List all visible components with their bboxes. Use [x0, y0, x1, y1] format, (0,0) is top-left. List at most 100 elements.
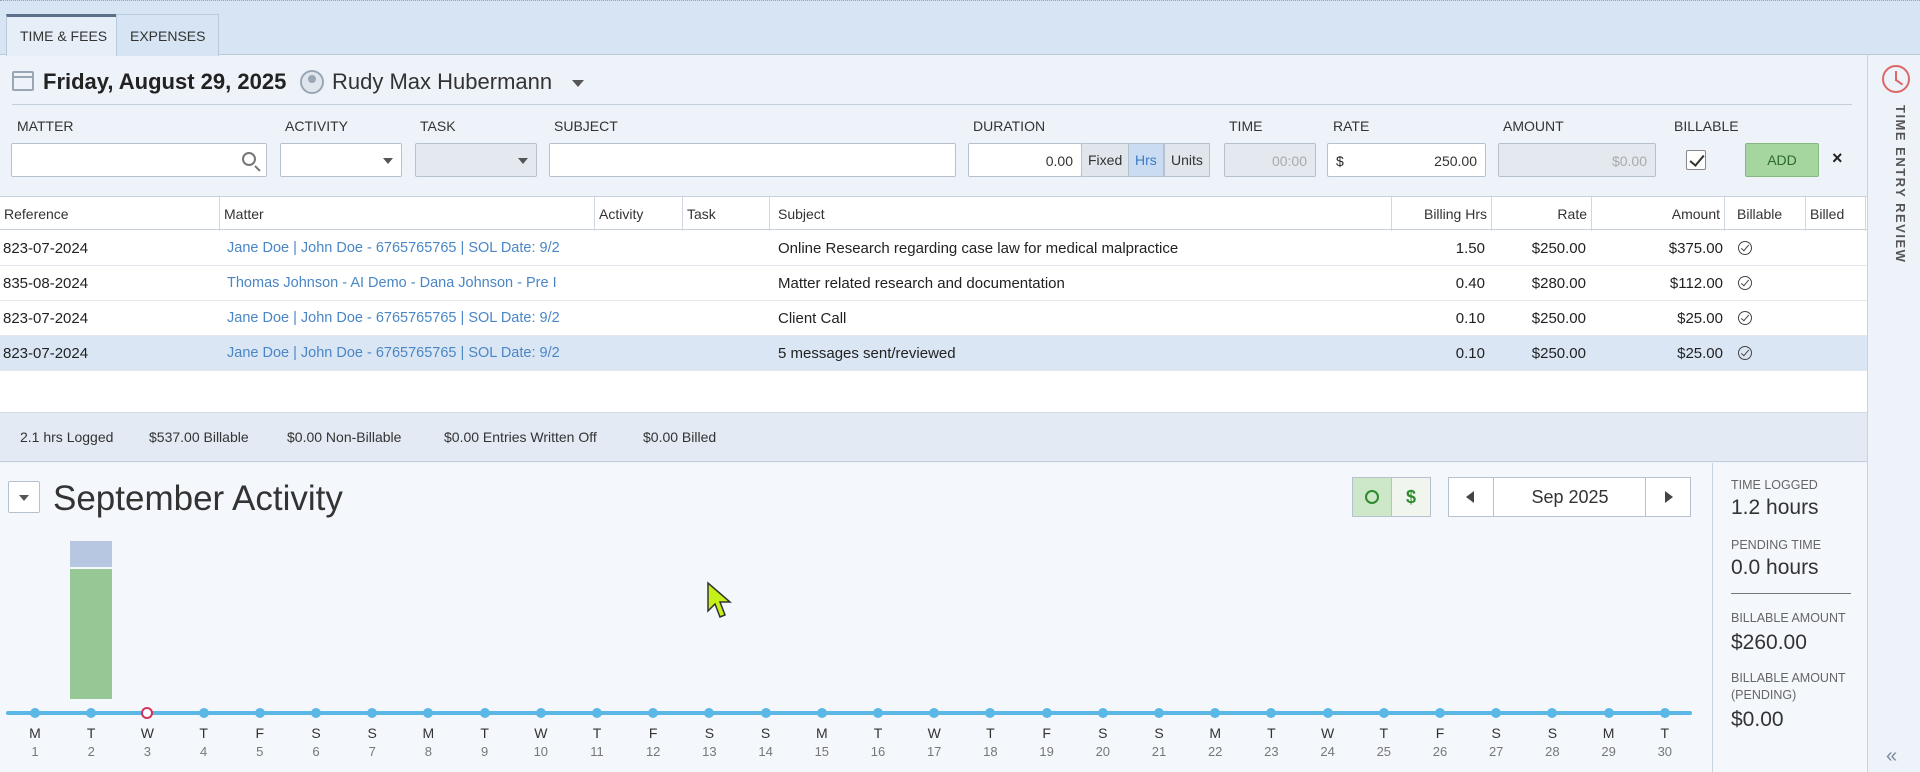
chevron-down-icon[interactable] — [572, 80, 584, 87]
day-letter: S — [704, 725, 715, 741]
timeline-day-marker[interactable] — [311, 708, 321, 718]
column-header-billing-hrs[interactable]: Billing Hrs — [1392, 197, 1492, 231]
column-header-amount[interactable]: Amount — [1592, 197, 1725, 231]
timeline-day-marker[interactable] — [198, 708, 209, 718]
amount-cell: $25.00 — [1677, 310, 1723, 327]
column-header-billable[interactable]: Billable — [1733, 197, 1806, 231]
add-button[interactable]: ADD — [1745, 143, 1819, 177]
matter-link[interactable]: Jane Doe | John Doe - 6765765765 | SOL D… — [227, 301, 589, 336]
column-header-subject[interactable]: Subject — [770, 197, 1392, 231]
timeline-day-marker[interactable] — [592, 708, 602, 718]
timeline-day-marker[interactable] — [1603, 708, 1614, 718]
stat-value: $0.00 — [1731, 708, 1784, 731]
timeline-day-marker[interactable] — [367, 708, 378, 718]
hours-cell: 0.10 — [1455, 345, 1485, 362]
day-letter: S — [1547, 725, 1558, 741]
timeline-day-marker[interactable] — [254, 708, 265, 718]
column-header-activity[interactable]: Activity — [595, 197, 683, 231]
rate-currency: $ — [1336, 153, 1344, 169]
timeline-day-marker[interactable] — [704, 708, 715, 718]
matter-link[interactable]: Jane Doe | John Doe - 6765765765 | SOL D… — [227, 231, 589, 266]
timeline-day-marker[interactable] — [1266, 708, 1277, 718]
timeline-day-marker[interactable] — [479, 708, 490, 718]
current-date[interactable]: Friday, August 29, 2025 — [43, 69, 286, 95]
activity-collapse-toggle[interactable] — [8, 481, 40, 513]
column-header-reference[interactable]: Reference — [0, 197, 220, 231]
table-row[interactable]: 835-08-2024 Thomas Johnson - AI Demo - D… — [0, 266, 1867, 301]
day-number: 8 — [424, 744, 432, 759]
time-entry-review-label[interactable]: TIME ENTRY REVIEW — [1893, 105, 1908, 263]
next-month-button[interactable] — [1645, 477, 1691, 517]
timeline-day-marker[interactable] — [1491, 708, 1502, 718]
table-row[interactable]: 823-07-2024 Jane Doe | John Doe - 676576… — [0, 301, 1867, 336]
matter-search-input[interactable] — [11, 143, 267, 177]
timeline-day-marker[interactable] — [1659, 708, 1670, 718]
chevron-down-icon[interactable] — [518, 158, 528, 164]
timeline-day-marker[interactable] — [535, 708, 546, 718]
table-header: Reference Matter Activity Task Subject B… — [0, 196, 1867, 231]
summary-bar: 2.1 hrs Logged $537.00 Billable $0.00 No… — [0, 412, 1867, 462]
search-icon[interactable] — [242, 152, 256, 166]
summary-written-off: $0.00 Entries Written Off — [444, 429, 597, 445]
chevron-down-icon[interactable] — [383, 158, 393, 164]
day-letter: M — [29, 725, 41, 741]
column-header-task[interactable]: Task — [683, 197, 770, 231]
day-letter: T — [592, 725, 602, 741]
close-icon[interactable]: × — [1832, 148, 1843, 169]
duration-input[interactable]: 0.00 — [968, 143, 1082, 177]
timeline-day-marker[interactable] — [1097, 708, 1108, 718]
matter-link[interactable]: Jane Doe | John Doe - 6765765765 | SOL D… — [227, 336, 589, 371]
table-row[interactable]: 823-07-2024 Jane Doe | John Doe - 676576… — [0, 336, 1867, 371]
column-header-matter[interactable]: Matter — [220, 197, 595, 231]
divider — [1731, 593, 1851, 594]
user-selector[interactable]: Rudy Max Hubermann — [332, 69, 552, 95]
logged-time-bar[interactable] — [70, 569, 113, 699]
dollar-view-button[interactable]: $ — [1391, 477, 1431, 517]
time-view-button[interactable] — [1352, 477, 1392, 517]
tab-time-and-fees[interactable]: TIME & FEES — [6, 14, 122, 56]
timeline-day-marker[interactable] — [86, 708, 97, 718]
calendar-icon[interactable] — [12, 71, 34, 91]
day-letter: F — [255, 725, 265, 741]
timeline-day-marker[interactable] — [760, 708, 771, 718]
timeline-day-marker[interactable] — [1322, 708, 1333, 718]
duration-mode-units[interactable]: Units — [1164, 143, 1210, 177]
duration-mode-fixed[interactable]: Fixed — [1081, 143, 1130, 177]
column-header-rate[interactable]: Rate — [1492, 197, 1592, 231]
timeline-day-marker[interactable] — [30, 708, 40, 718]
task-select[interactable] — [415, 143, 537, 177]
day-number: 18 — [983, 744, 998, 759]
timeline-day-marker[interactable] — [929, 708, 940, 718]
day-letter: T — [986, 725, 995, 741]
clock-icon[interactable] — [1882, 65, 1910, 93]
duration-mode-hrs[interactable]: Hrs — [1128, 143, 1164, 177]
matter-link[interactable]: Thomas Johnson - AI Demo - Dana Johnson … — [227, 266, 589, 301]
rate-input[interactable]: $ 250.00 — [1327, 143, 1486, 177]
day-number: 1 — [31, 744, 39, 759]
timeline-day-marker[interactable] — [1041, 708, 1052, 718]
timeline-day-marker[interactable] — [816, 708, 827, 718]
timeline-day-marker[interactable] — [1547, 708, 1558, 718]
time-input[interactable]: 00:00 — [1224, 143, 1316, 177]
column-header-billed[interactable]: Billed — [1806, 197, 1866, 231]
tab-expenses[interactable]: EXPENSES — [116, 14, 220, 56]
billable-checkbox[interactable] — [1686, 150, 1706, 170]
timeline-day-marker-today[interactable] — [141, 707, 154, 719]
activity-select[interactable] — [280, 143, 402, 177]
timeline-day-marker[interactable] — [1435, 708, 1445, 718]
timeline-day-marker[interactable] — [1378, 708, 1389, 718]
timeline-day-marker[interactable] — [648, 708, 659, 718]
time-entry-review-panel[interactable]: TIME ENTRY REVIEW « — [1867, 55, 1920, 772]
previous-month-button[interactable] — [1448, 477, 1494, 517]
timeline-day-marker[interactable] — [1154, 708, 1164, 718]
timeline-day-marker[interactable] — [873, 708, 883, 718]
timeline-day-marker[interactable] — [985, 708, 996, 718]
stat-label: TIME LOGGED — [1731, 478, 1818, 492]
duration-value: 0.00 — [1045, 153, 1073, 169]
timeline-day-marker[interactable] — [1210, 708, 1221, 718]
pending-time-bar[interactable] — [70, 541, 113, 567]
subject-input[interactable] — [549, 143, 956, 177]
collapse-panel-icon[interactable]: « — [1886, 745, 1897, 768]
timeline-day-marker[interactable] — [423, 708, 434, 718]
table-row[interactable]: 823-07-2024 Jane Doe | John Doe - 676576… — [0, 231, 1867, 266]
